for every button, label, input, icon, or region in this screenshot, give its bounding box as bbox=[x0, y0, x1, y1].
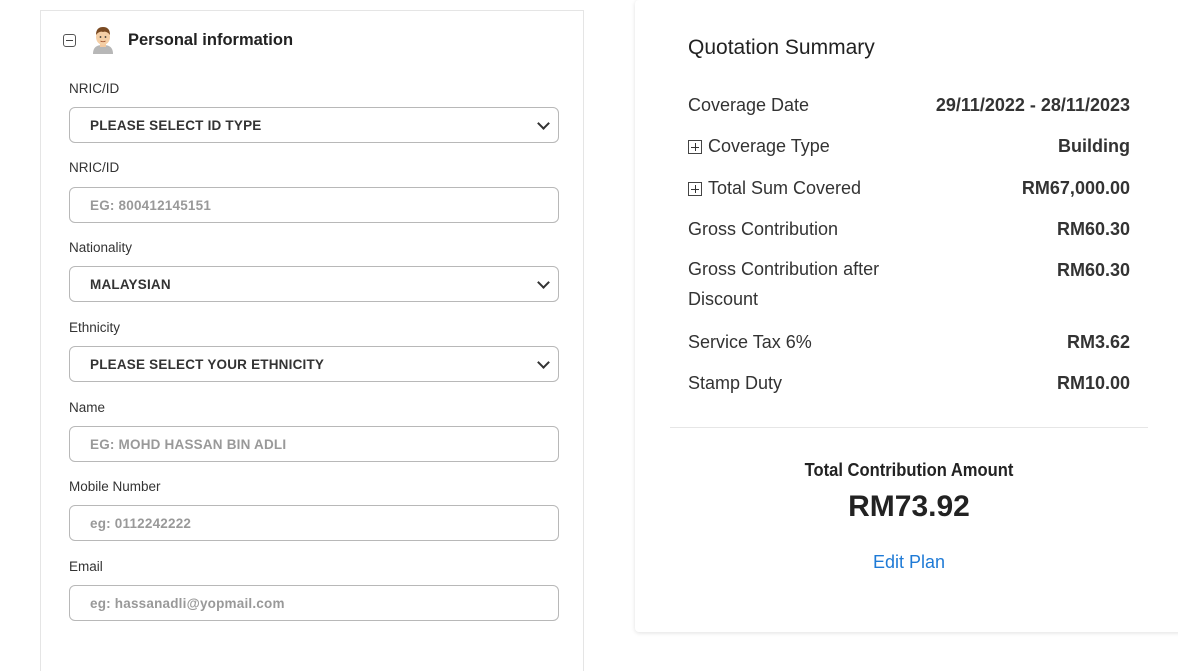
section-title: Personal information bbox=[128, 30, 294, 49]
email-label: Email bbox=[69, 559, 103, 574]
row-value: RM60.30 bbox=[1056, 219, 1130, 239]
row-value: Building bbox=[1058, 136, 1130, 156]
ethnicity-label: Ethnicity bbox=[69, 320, 121, 335]
expand-plus-icon[interactable] bbox=[688, 182, 702, 196]
edit-plan-link[interactable]: Edit Plan bbox=[635, 552, 1178, 573]
total-contribution-label: Total Contribution Amount bbox=[804, 460, 1014, 480]
chevron-down-icon bbox=[537, 356, 550, 369]
nationality-select-value: MALAYSIAN bbox=[90, 276, 171, 292]
summary-row-stamp-duty: Stamp Duty RM10.00 bbox=[688, 373, 1130, 394]
row-label-wrap: Gross Contribution after Discount bbox=[688, 254, 879, 314]
name-input[interactable]: EG: MOHD HASSAN BIN ADLI bbox=[69, 426, 559, 462]
ethnicity-select-value: PLEASE SELECT YOUR ETHNICITY bbox=[90, 356, 325, 372]
summary-row-total-sum-covered: Total Sum Covered RM67,000.00 bbox=[688, 178, 1130, 199]
summary-title: Quotation Summary bbox=[688, 36, 875, 59]
row-value: RM10.00 bbox=[1056, 373, 1130, 393]
mobile-placeholder: eg: 0112242222 bbox=[90, 515, 192, 531]
chevron-down-icon bbox=[537, 276, 550, 289]
summary-divider bbox=[670, 427, 1148, 428]
id-type-select-value: PLEASE SELECT ID TYPE bbox=[90, 117, 262, 133]
id-type-label: NRIC/ID bbox=[69, 81, 120, 96]
id-number-placeholder: EG: 800412145151 bbox=[90, 197, 212, 213]
ethnicity-select[interactable]: PLEASE SELECT YOUR ETHNICITY bbox=[69, 346, 559, 382]
row-label: Total Sum Covered bbox=[708, 178, 862, 198]
row-label: Stamp Duty bbox=[688, 373, 783, 393]
summary-row-service-tax: Service Tax 6% RM3.62 bbox=[688, 332, 1130, 353]
row-label: Coverage Date bbox=[688, 95, 810, 115]
email-placeholder: eg: hassanadli@yopmail.com bbox=[90, 595, 285, 611]
row-label: Coverage Type bbox=[708, 136, 830, 156]
user-avatar-icon bbox=[93, 27, 113, 54]
personal-info-header: Personal information bbox=[63, 25, 293, 55]
id-number-label: NRIC/ID bbox=[69, 160, 120, 175]
row-label-wrap: Coverage Type bbox=[688, 136, 830, 157]
chevron-down-icon bbox=[537, 117, 550, 130]
name-label: Name bbox=[69, 400, 106, 415]
nationality-label: Nationality bbox=[69, 240, 133, 255]
mobile-input[interactable]: eg: 0112242222 bbox=[69, 505, 559, 541]
row-label-line2: Discount bbox=[688, 289, 759, 309]
summary-row-gross-contribution: Gross Contribution RM60.30 bbox=[688, 219, 1130, 240]
summary-row-coverage-date: Coverage Date 29/11/2022 - 28/11/2023 bbox=[688, 95, 1130, 116]
email-input[interactable]: eg: hassanadli@yopmail.com bbox=[69, 585, 559, 621]
nationality-select[interactable]: MALAYSIAN bbox=[69, 266, 559, 302]
row-label: Gross Contribution bbox=[688, 219, 839, 239]
row-label: Service Tax 6% bbox=[688, 332, 812, 352]
name-placeholder: EG: MOHD HASSAN BIN ADLI bbox=[90, 436, 287, 452]
row-value: RM67,000.00 bbox=[1021, 178, 1130, 198]
quotation-summary-card: Quotation Summary Coverage Date 29/11/20… bbox=[635, 0, 1178, 632]
mobile-label: Mobile Number bbox=[69, 479, 161, 494]
collapse-icon[interactable] bbox=[63, 33, 76, 47]
summary-row-gross-after-discount: Gross Contribution after Discount RM60.3… bbox=[688, 259, 1130, 314]
row-label: Gross Contribution after bbox=[688, 259, 880, 279]
personal-info-panel: Personal information NRIC/ID PLEASE SELE… bbox=[40, 10, 584, 671]
row-label-wrap: Total Sum Covered bbox=[688, 178, 861, 199]
expand-plus-icon[interactable] bbox=[688, 140, 702, 154]
id-number-input[interactable]: EG: 800412145151 bbox=[69, 187, 559, 223]
id-type-select[interactable]: PLEASE SELECT ID TYPE bbox=[69, 107, 559, 143]
row-value: RM60.30 bbox=[1056, 260, 1130, 280]
row-value: 29/11/2022 - 28/11/2023 bbox=[935, 95, 1130, 115]
summary-row-coverage-type: Coverage Type Building bbox=[688, 136, 1130, 157]
row-value: RM3.62 bbox=[1066, 332, 1130, 352]
total-contribution-amount: RM73.92 bbox=[848, 490, 970, 523]
